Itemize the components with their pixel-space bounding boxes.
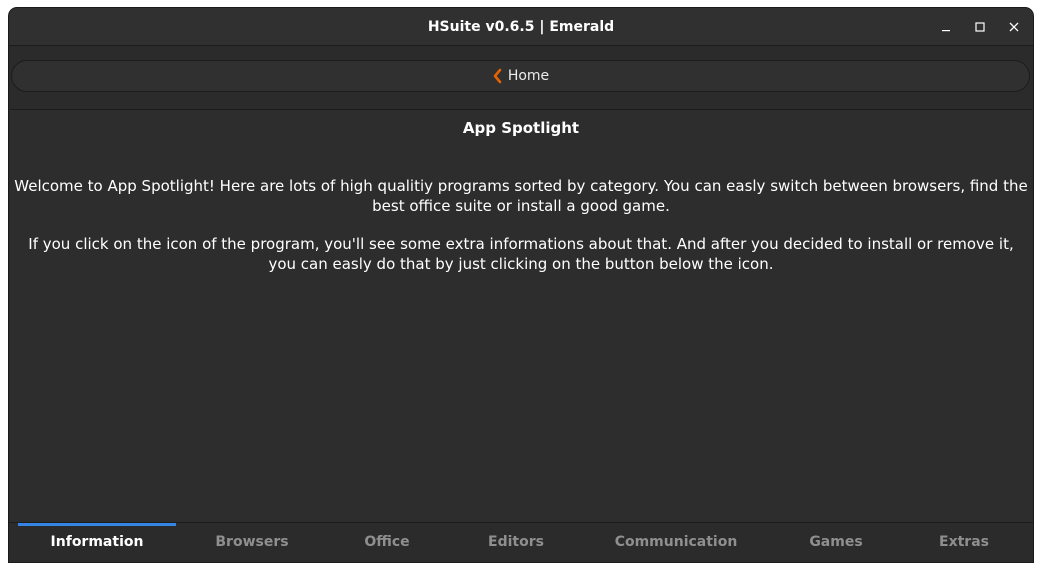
help-paragraph: If you click on the icon of the program,… <box>28 235 1014 273</box>
tab-communication[interactable]: Communication <box>586 523 766 562</box>
home-button[interactable]: Home <box>11 60 1030 92</box>
close-icon <box>1009 22 1019 32</box>
category-tabs: Information Browsers Office Editors Comm… <box>9 522 1033 562</box>
minimize-button[interactable] <box>936 17 956 37</box>
tab-browsers[interactable]: Browsers <box>176 523 328 562</box>
window-title: HSuite v0.6.5 | Emerald <box>427 19 615 35</box>
home-label: Home <box>507 68 550 84</box>
tab-office[interactable]: Office <box>328 523 446 562</box>
intro-paragraph: Welcome to App Spotlight! Here are lots … <box>14 177 1028 215</box>
minimize-icon <box>942 30 950 32</box>
tab-extras[interactable]: Extras <box>906 523 1022 562</box>
page-title: App Spotlight <box>462 119 580 137</box>
maximize-icon <box>975 22 985 32</box>
app-window: HSuite v0.6.5 | Emerald Home App Spotlig… <box>9 8 1033 562</box>
title-bar[interactable]: HSuite v0.6.5 | Emerald <box>9 8 1033 46</box>
tab-information[interactable]: Information <box>18 523 176 562</box>
close-button[interactable] <box>1004 17 1024 37</box>
chevron-left-icon <box>492 68 504 84</box>
tab-editors[interactable]: Editors <box>446 523 586 562</box>
spotlight-content: App Spotlight Welcome to App Spotlight! … <box>10 109 1032 523</box>
maximize-button[interactable] <box>970 17 990 37</box>
tab-games[interactable]: Games <box>766 523 906 562</box>
